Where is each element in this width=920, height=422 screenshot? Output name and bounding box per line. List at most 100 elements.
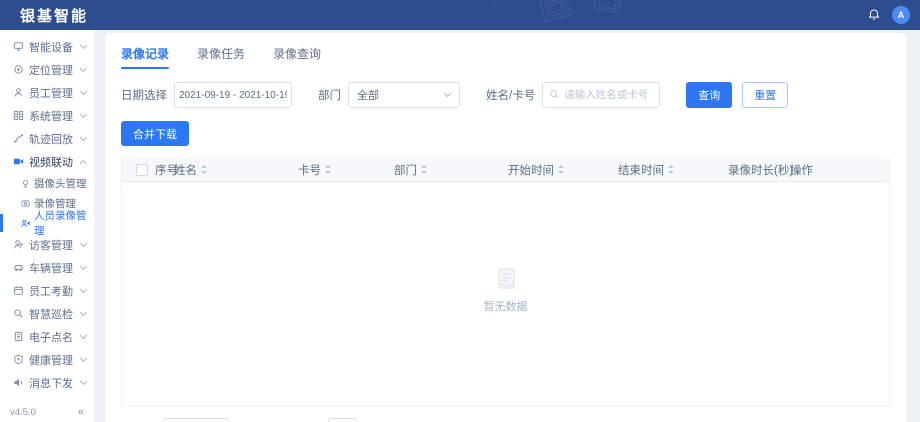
sidebar-item-smart-device[interactable]: 智能设备 [0,35,94,58]
tab-recording-query[interactable]: 录像查询 [273,45,321,69]
date-range-input[interactable] [174,82,292,108]
filter-bar: 日期选择 部门 全部 姓名/卡号 查询 重置 [121,82,890,108]
sidebar-item-health[interactable]: 健康管理 [0,348,94,371]
sort-icon[interactable] [201,165,208,174]
page-size-select[interactable]: 20条/页 [164,418,228,422]
sidebar-subitem-label: 摄像头管理 [34,176,87,191]
sidebar-item-visitor[interactable]: 访客管理 [0,233,94,256]
device-icon [12,41,24,53]
sidebar-item-label: 员工考勤 [29,283,81,299]
sidebar-item-label: 健康管理 [29,352,81,368]
main-content: 录像记录 录像任务 录像查询 日期选择 部门 全部 姓名/卡号 [95,30,920,422]
sidebar-item-video-linkage[interactable]: 视频联动 [0,150,94,173]
select-all-cell [136,157,148,182]
content-card: 录像记录 录像任务 录像查询 日期选择 部门 全部 姓名/卡号 [105,33,906,422]
location-icon [12,64,24,76]
app: { "colors": { "accent": "#2d77f2", "head… [0,0,920,422]
sidebar-item-label: 员工管理 [29,85,81,101]
sidebar-item-location[interactable]: 定位管理 [0,58,94,81]
sort-icon[interactable] [668,165,675,174]
column-label: 部门 [394,162,417,178]
chevron-down-icon [80,378,87,385]
column-header-start-time[interactable]: 开始时间 [508,157,565,182]
collapse-sidebar-icon[interactable]: « [78,406,84,418]
department-filter-label: 部门 [318,87,341,103]
sidebar-footer: v4.5.0 « [0,402,94,422]
sidebar-item-label: 访客管理 [29,237,81,253]
rollcall-icon [12,331,24,343]
department-select-value: 全部 [357,87,379,103]
chevron-down-icon [80,309,87,316]
track-icon [12,133,24,145]
sort-icon[interactable] [325,165,332,174]
empty-text: 暂无数据 [484,298,528,314]
sidebar-item-label: 系统管理 [29,108,81,124]
table-header-row: 序号 姓名 卡号 部门 开始时间 结束时间 录像时长(秒) 操作 [122,157,889,182]
video-icon [12,156,24,168]
column-header-name[interactable]: 姓名 [174,157,208,182]
sort-icon[interactable] [558,165,565,174]
goto-page-input[interactable] [328,418,356,422]
sort-icon[interactable] [421,165,428,174]
chevron-down-icon [80,65,87,72]
sidebar-item-employee[interactable]: 员工管理 [0,81,94,104]
speaker-icon [12,377,24,389]
tab-recording-tasks[interactable]: 录像任务 [197,45,245,69]
sidebar-item-label: 电子点名 [29,329,81,345]
vehicle-icon [12,262,24,274]
department-select[interactable]: 全部 [348,82,460,108]
attendance-icon [12,285,24,297]
person-video-icon [20,218,30,228]
chevron-down-icon [80,355,87,362]
column-header-card[interactable]: 卡号 [298,157,332,182]
column-header-end-time[interactable]: 结束时间 [618,157,675,182]
sidebar-item-system[interactable]: 系统管理 [0,104,94,127]
tab-recording-records[interactable]: 录像记录 [121,45,169,69]
merge-download-button[interactable]: 合并下载 [121,121,189,146]
user-avatar[interactable]: A [892,6,910,24]
search-icon [549,89,560,100]
notification-bell-icon[interactable] [866,7,882,23]
records-table: 序号 姓名 卡号 部门 开始时间 结束时间 录像时长(秒) 操作 暂无数据 [121,157,890,407]
pagination: 共 0 条 20条/页 ‹ 1 › 前往 页 [121,418,890,422]
empty-state: 暂无数据 [484,266,528,314]
select-all-checkbox[interactable] [136,164,148,176]
chevron-down-icon [80,263,87,270]
recording-icon [20,198,30,208]
sidebar-item-roll-call[interactable]: 电子点名 [0,325,94,348]
column-header-department[interactable]: 部门 [394,157,428,182]
sidebar: 智能设备 定位管理 员工管理 系统管理 轨迹回放 视频联动 [0,30,95,422]
sidebar-item-vehicle[interactable]: 车辆管理 [0,256,94,279]
inspection-icon [12,308,24,320]
chevron-down-icon [80,88,87,95]
column-label: 开始时间 [508,162,554,178]
header-actions: A [866,0,910,30]
chevron-up-icon [80,159,87,166]
sidebar-item-inspection[interactable]: 智慧巡检 [0,302,94,325]
column-label: 结束时间 [618,162,664,178]
reset-button[interactable]: 重置 [742,82,788,108]
search-button[interactable]: 查询 [686,82,732,108]
employee-icon [12,87,24,99]
name-filter-group: 姓名/卡号 [486,82,660,108]
sidebar-item-label: 轨迹回放 [29,131,81,147]
top-header: 银基智能 A [0,0,920,30]
department-filter-group: 部门 全部 [318,82,460,108]
sidebar-subitem-camera-management[interactable]: 摄像头管理 [0,173,94,193]
app-title: 银基智能 [20,5,88,26]
chevron-down-icon [80,111,87,118]
sidebar-item-label: 定位管理 [29,62,81,78]
sidebar-item-attendance[interactable]: 员工考勤 [0,279,94,302]
column-label: 姓名 [174,162,197,178]
sidebar-subitem-personnel-recording[interactable]: 人员录像管理 [0,213,94,233]
sidebar-item-label: 视频联动 [29,154,81,170]
visitor-icon [12,239,24,251]
sidebar-item-track-playback[interactable]: 轨迹回放 [0,127,94,150]
sidebar-item-label: 智慧巡检 [29,306,81,322]
sidebar-item-label: 车辆管理 [29,260,81,276]
name-search-wrap [542,82,660,108]
chevron-down-icon [80,240,87,247]
sidebar-item-message[interactable]: 消息下发 [0,371,94,394]
sidebar-item-label: 消息下发 [29,375,81,391]
system-icon [12,110,24,122]
